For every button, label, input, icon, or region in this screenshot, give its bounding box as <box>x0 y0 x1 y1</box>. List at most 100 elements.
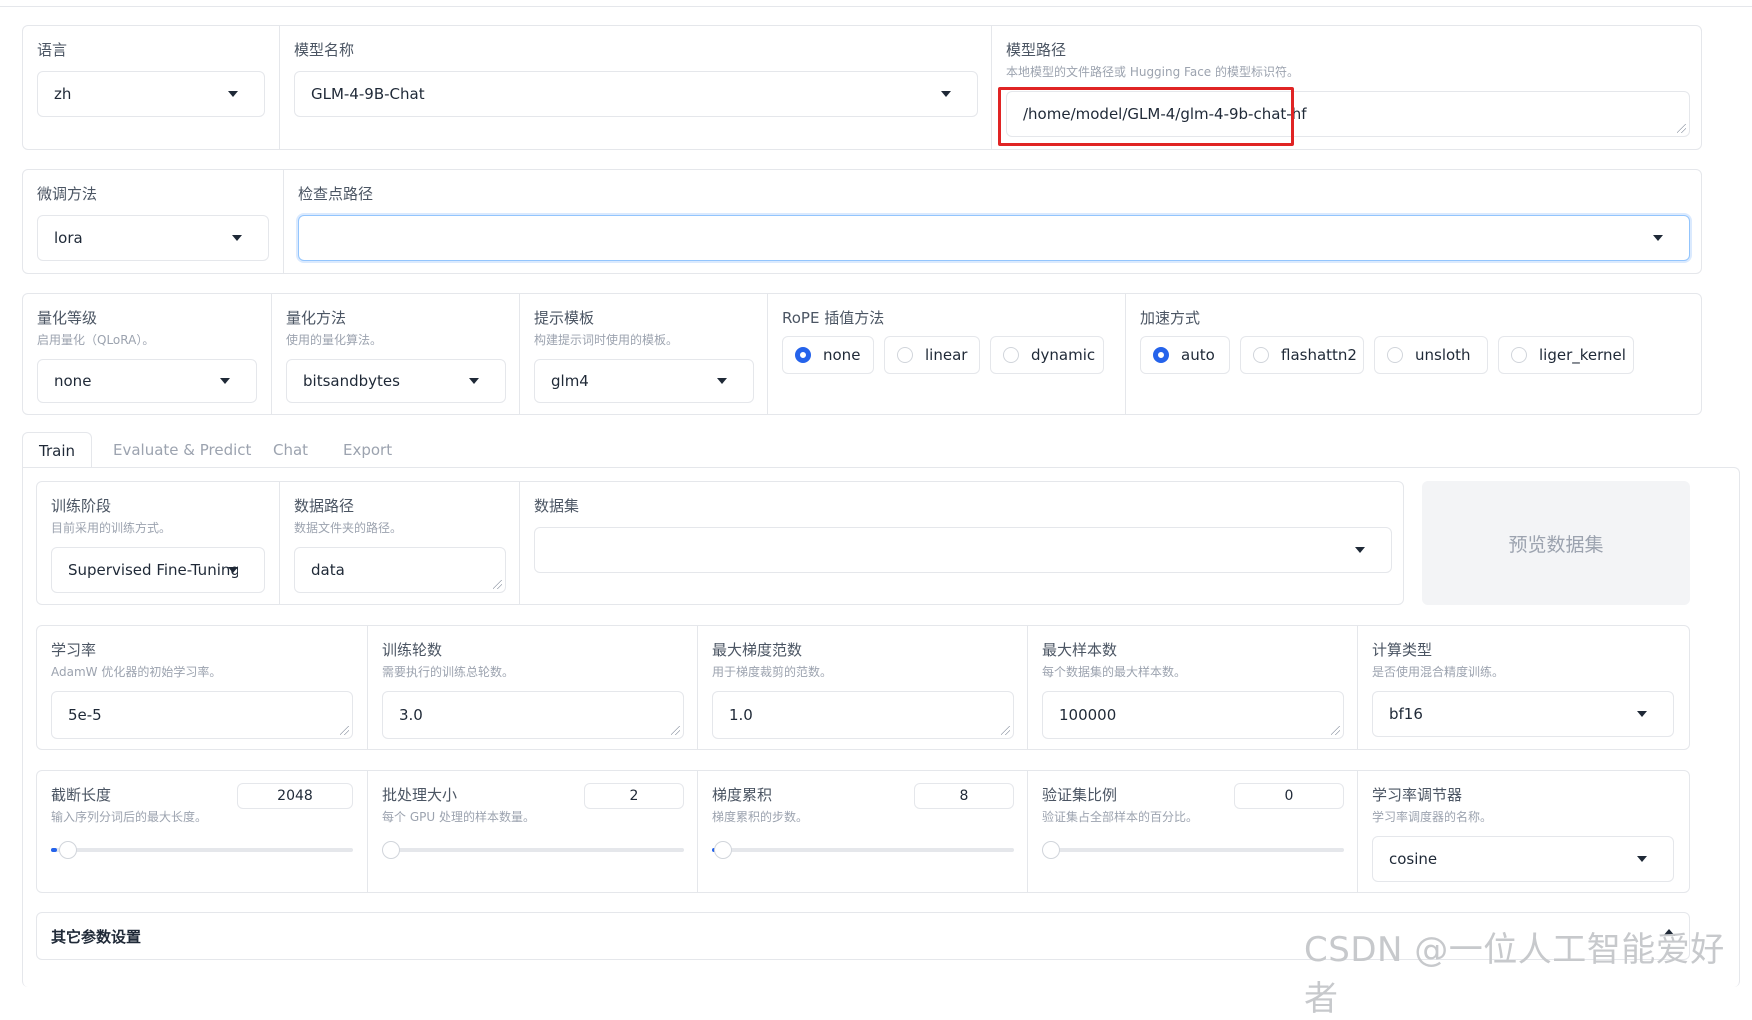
booster-option-liger-kernel[interactable]: liger_kernel <box>1498 336 1634 374</box>
epochs-hint: 需要执行的训练总轮数。 <box>382 665 515 679</box>
preview-dataset-button[interactable]: 预览数据集 <box>1422 481 1690 605</box>
learning-rate-input[interactable]: 5e-5 <box>51 691 353 739</box>
quant-level-value: none <box>54 372 92 390</box>
max-samples-value: 100000 <box>1059 706 1117 724</box>
quant-method-select[interactable]: bitsandbytes <box>286 359 506 403</box>
max-grad-norm-input[interactable]: 1.0 <box>712 691 1014 739</box>
dataset-select[interactable] <box>534 527 1392 573</box>
resize-handle-icon[interactable] <box>340 726 349 735</box>
resize-handle-icon[interactable] <box>493 580 502 589</box>
compute-type-label: 计算类型 <box>1372 641 1433 659</box>
stage-hint: 目前采用的训练方式。 <box>51 521 172 535</box>
val-size-slider-handle[interactable] <box>1042 841 1060 859</box>
max-samples-hint: 每个数据集的最大样本数。 <box>1042 665 1187 679</box>
tab-evaluate-predict[interactable]: Evaluate & Predict <box>113 432 251 468</box>
cutoff-len-track[interactable] <box>51 848 353 852</box>
batch-size-number[interactable]: 2 <box>584 783 684 809</box>
chevron-down-icon <box>717 378 727 384</box>
compute-type-block: 计算类型 是否使用混合精度训练。 bf16 <box>1357 626 1689 749</box>
model-path-label: 模型路径 <box>1006 41 1067 59</box>
chevron-down-icon <box>1355 547 1365 553</box>
hyperparam-row: 学习率 AdamW 优化器的初始学习率。 5e-5 训练轮数 需要执行的训练总轮… <box>36 625 1690 750</box>
compute-type-select[interactable]: bf16 <box>1372 691 1674 737</box>
epochs-label: 训练轮数 <box>382 641 443 659</box>
max-grad-norm-label: 最大梯度范数 <box>712 641 803 659</box>
tab-train[interactable]: Train <box>22 432 92 470</box>
stage-value: Supervised Fine-Tuning <box>68 561 238 579</box>
chevron-down-icon <box>220 378 230 384</box>
lr-scheduler-label: 学习率调节器 <box>1372 786 1463 804</box>
max-grad-norm-block: 最大梯度范数 用于梯度裁剪的范数。 1.0 <box>697 626 1027 749</box>
resize-handle-icon[interactable] <box>1677 124 1686 133</box>
chevron-down-icon <box>469 378 479 384</box>
grad-accum-track[interactable] <box>712 848 1014 852</box>
watermark: CSDN @一位人工智能爱好者 <box>1304 930 1725 1019</box>
model-name-select[interactable]: GLM-4-9B-Chat <box>294 71 978 117</box>
quant-level-label: 量化等级 <box>37 309 98 327</box>
quant-level-select[interactable]: none <box>37 359 257 403</box>
finetune-select[interactable]: lora <box>37 215 269 261</box>
dataset-dir-label: 数据路径 <box>294 497 355 515</box>
resize-handle-icon[interactable] <box>1001 726 1010 735</box>
batch-size-slider-handle[interactable] <box>382 841 400 859</box>
booster-option-auto[interactable]: auto <box>1140 336 1230 374</box>
grad-accum-hint: 梯度累积的步数。 <box>712 810 809 824</box>
resize-handle-icon[interactable] <box>1331 726 1340 735</box>
learning-rate-value: 5e-5 <box>68 706 102 724</box>
finetune-row: 微调方法 lora 检查点路径 <box>22 169 1702 274</box>
dataset-dir-input[interactable]: data <box>294 547 506 593</box>
dataset-row: 训练阶段 目前采用的训练方式。 Supervised Fine-Tuning 数… <box>36 481 1404 605</box>
booster-block: 加速方式 auto flashattn2 unsloth liger_kerne… <box>1125 294 1701 414</box>
dataset-dir-hint: 数据文件夹的路径。 <box>294 521 403 535</box>
tab-export[interactable]: Export <box>343 432 392 468</box>
quant-level-hint: 启用量化（QLoRA）。 <box>37 333 155 347</box>
rope-option-dynamic[interactable]: dynamic <box>990 336 1104 374</box>
lr-scheduler-value: cosine <box>1389 850 1438 868</box>
grad-accum-slider-handle[interactable] <box>714 841 732 859</box>
language-select[interactable]: zh <box>37 71 265 117</box>
slider-row: 截断长度 输入序列分词后的最大长度。 2048 批处理大小 每个 GPU 处理的… <box>36 770 1690 893</box>
rope-block: RoPE 插值方法 none linear dynamic <box>767 294 1125 414</box>
dataset-label: 数据集 <box>534 497 580 515</box>
finetune-label: 微调方法 <box>37 185 98 203</box>
radio-icon <box>897 347 913 363</box>
finetune-block: 微调方法 lora <box>23 170 283 273</box>
quant-method-value: bitsandbytes <box>303 372 400 390</box>
val-size-block: 验证集比例 验证集占全部样本的百分比。 0 <box>1027 771 1357 892</box>
chevron-down-icon <box>232 235 242 241</box>
max-samples-input[interactable]: 100000 <box>1042 691 1344 739</box>
booster-option-flashattn2[interactable]: flashattn2 <box>1240 336 1364 374</box>
epochs-value: 3.0 <box>399 706 423 724</box>
cutoff-len-block: 截断长度 输入序列分词后的最大长度。 2048 <box>37 771 367 892</box>
grad-accum-number[interactable]: 8 <box>914 783 1014 809</box>
lr-scheduler-select[interactable]: cosine <box>1372 836 1674 882</box>
cutoff-len-number[interactable]: 2048 <box>237 783 353 809</box>
batch-size-track[interactable] <box>382 848 684 852</box>
radio-icon <box>1511 347 1527 363</box>
resize-handle-icon[interactable] <box>671 726 680 735</box>
quant-method-label: 量化方法 <box>286 309 347 327</box>
cutoff-len-slider-handle[interactable] <box>59 841 77 859</box>
template-block: 提示模板 构建提示词时使用的模板。 glm4 <box>519 294 767 414</box>
rope-option-linear[interactable]: linear <box>884 336 980 374</box>
chevron-down-icon <box>228 91 238 97</box>
radio-icon <box>1387 347 1403 363</box>
quantization-row: 量化等级 启用量化（QLoRA）。 none 量化方法 使用的量化算法。 bit… <box>22 293 1702 415</box>
tab-chat[interactable]: Chat <box>273 432 308 468</box>
val-size-track[interactable] <box>1042 848 1344 852</box>
rope-option-none[interactable]: none <box>782 336 874 374</box>
booster-option-label: flashattn2 <box>1281 346 1357 364</box>
checkpoint-select[interactable] <box>298 215 1690 261</box>
quant-method-block: 量化方法 使用的量化算法。 bitsandbytes <box>271 294 519 414</box>
template-hint: 构建提示词时使用的模板。 <box>534 333 679 347</box>
max-grad-norm-value: 1.0 <box>729 706 753 724</box>
template-select[interactable]: glm4 <box>534 359 754 403</box>
radio-icon <box>1003 347 1019 363</box>
epochs-input[interactable]: 3.0 <box>382 691 684 739</box>
booster-option-label: unsloth <box>1415 346 1471 364</box>
booster-option-unsloth[interactable]: unsloth <box>1374 336 1488 374</box>
val-size-number[interactable]: 0 <box>1234 783 1344 809</box>
top-divider <box>0 6 1752 7</box>
chevron-down-icon <box>1637 711 1647 717</box>
stage-select[interactable]: Supervised Fine-Tuning <box>51 547 265 593</box>
